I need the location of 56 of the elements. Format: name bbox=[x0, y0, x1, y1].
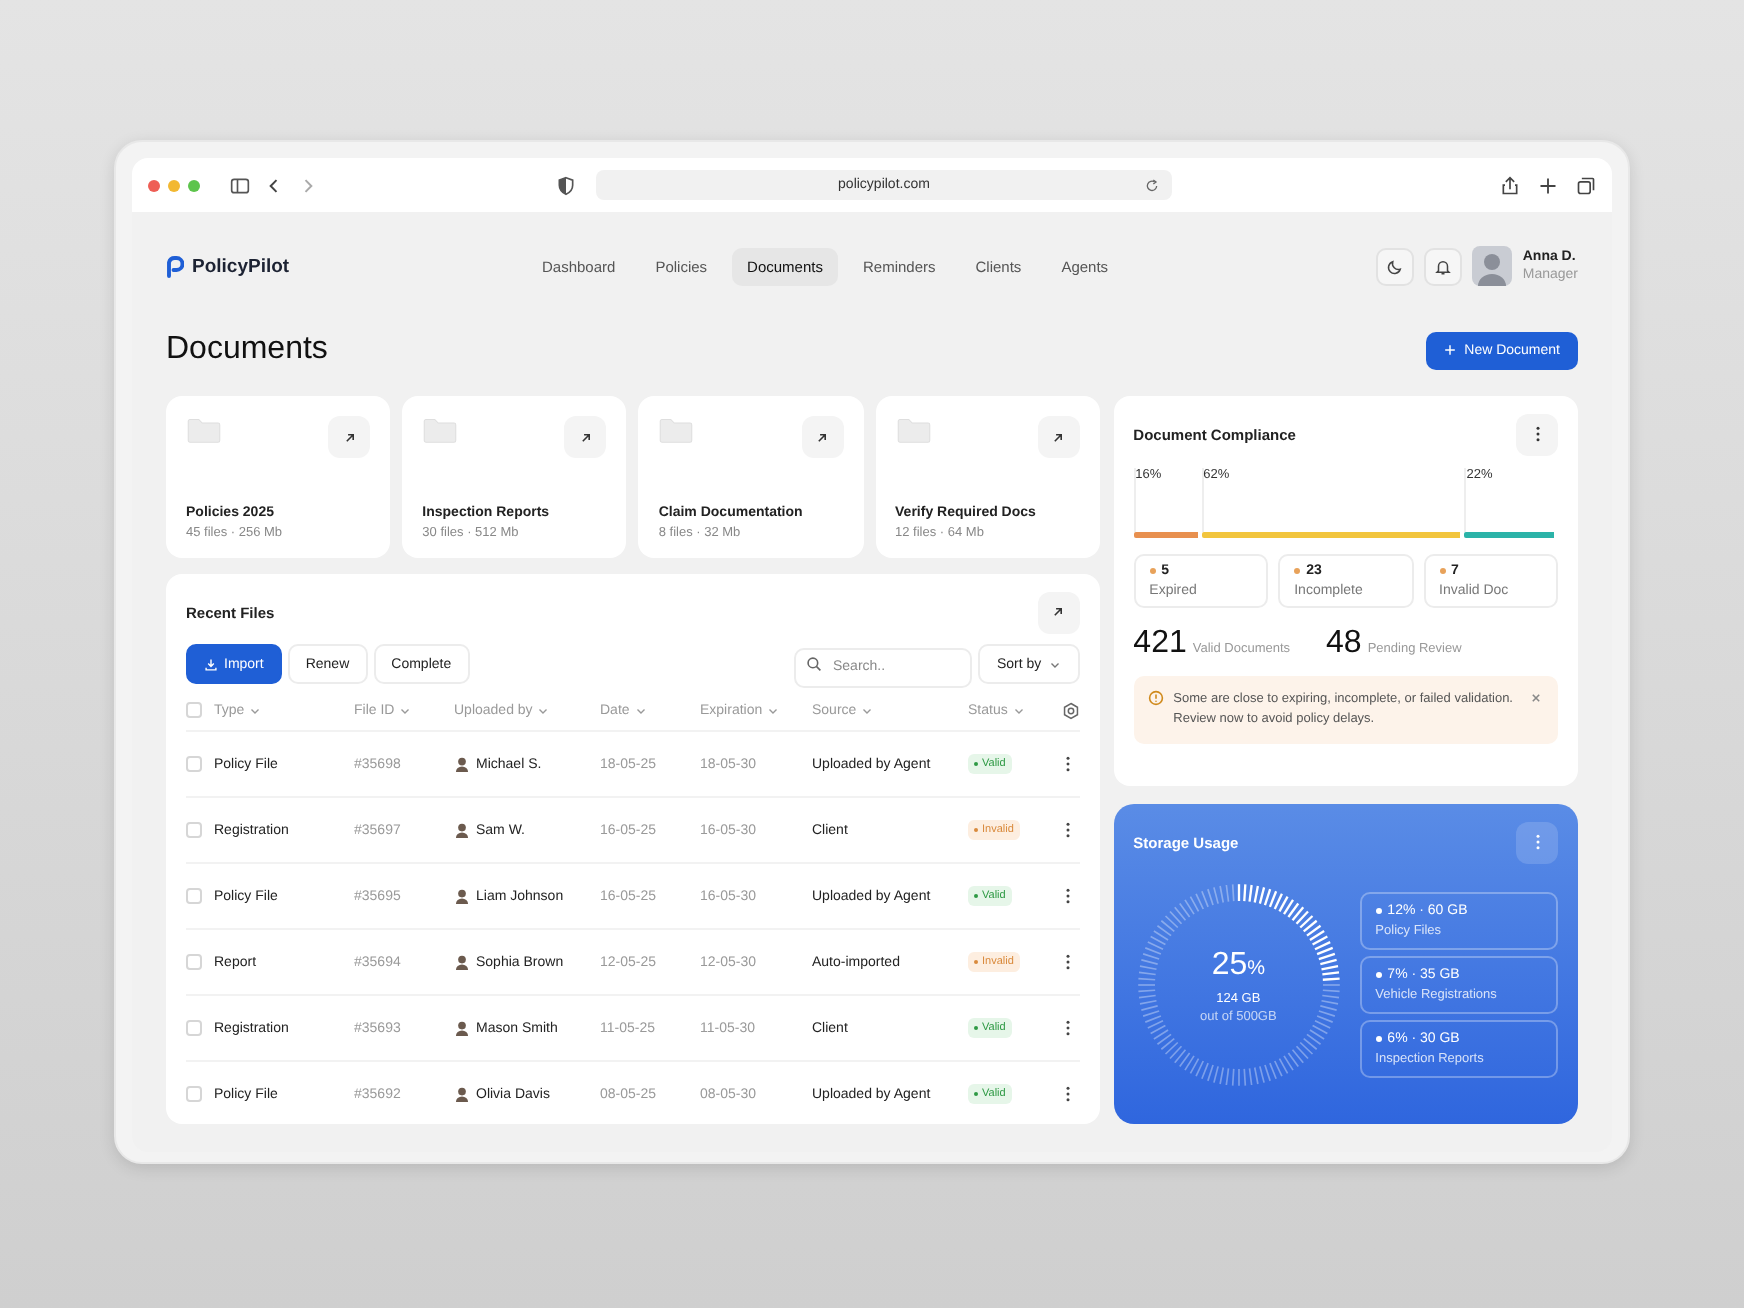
row-checkbox[interactable] bbox=[186, 822, 202, 838]
maximize-dot[interactable] bbox=[188, 179, 200, 191]
avatar-icon bbox=[454, 1086, 470, 1102]
arrow-icon bbox=[814, 429, 831, 445]
usage-percent: 25% bbox=[1211, 947, 1266, 983]
minimize-dot[interactable] bbox=[168, 179, 180, 191]
more-icon[interactable] bbox=[1063, 1084, 1072, 1104]
user-avatar[interactable] bbox=[1472, 246, 1513, 286]
more-icon bbox=[1533, 832, 1541, 852]
avatar-icon bbox=[454, 756, 470, 772]
total-value: 421 bbox=[1133, 626, 1187, 662]
arrow-icon bbox=[1050, 429, 1067, 445]
row-checkbox[interactable] bbox=[186, 888, 202, 904]
shield-icon[interactable] bbox=[556, 175, 576, 195]
logo-icon bbox=[166, 255, 184, 277]
sidebar-icon[interactable] bbox=[230, 175, 250, 195]
plus-icon bbox=[1444, 344, 1457, 356]
search-icon bbox=[806, 656, 823, 672]
bell-icon bbox=[1434, 257, 1453, 275]
page-title: Documents bbox=[166, 332, 328, 368]
more-icon[interactable] bbox=[1063, 754, 1072, 774]
more-icon bbox=[1533, 424, 1541, 444]
more-icon[interactable] bbox=[1063, 820, 1072, 840]
close-icon[interactable] bbox=[1528, 690, 1544, 706]
theme-button[interactable] bbox=[1376, 247, 1415, 285]
arrow-icon bbox=[341, 429, 358, 445]
moon-icon bbox=[1386, 257, 1405, 275]
more-icon[interactable] bbox=[1063, 952, 1072, 972]
more-icon[interactable] bbox=[1063, 886, 1072, 906]
settings-icon[interactable] bbox=[1061, 701, 1080, 719]
avatar-icon bbox=[454, 888, 470, 904]
avatar-icon bbox=[454, 1020, 470, 1036]
row-checkbox[interactable] bbox=[186, 1086, 202, 1102]
row-checkbox[interactable] bbox=[186, 756, 202, 772]
folder-icon bbox=[186, 416, 222, 444]
arrow-icon bbox=[1050, 604, 1067, 620]
select-all-checkbox[interactable] bbox=[186, 702, 202, 718]
notification-button[interactable] bbox=[1424, 247, 1463, 285]
tabs-icon[interactable] bbox=[1576, 175, 1596, 195]
folder-icon bbox=[895, 416, 932, 444]
avatar-icon bbox=[454, 822, 470, 838]
warning-icon bbox=[1147, 690, 1164, 706]
share-icon[interactable] bbox=[1500, 175, 1520, 195]
plus-icon[interactable] bbox=[1538, 175, 1558, 195]
total-value: 48 bbox=[1326, 626, 1362, 662]
close-dot[interactable] bbox=[148, 179, 160, 191]
arrow-icon bbox=[577, 429, 594, 445]
download-icon bbox=[204, 657, 218, 671]
row-checkbox[interactable] bbox=[186, 1020, 202, 1036]
app-logo[interactable]: PolicyPilot bbox=[192, 255, 290, 277]
more-icon[interactable] bbox=[1063, 1018, 1072, 1038]
avatar-icon bbox=[454, 954, 470, 970]
reload-icon[interactable] bbox=[1144, 177, 1160, 193]
folder-icon bbox=[658, 416, 695, 444]
folder-icon bbox=[422, 416, 459, 444]
row-checkbox[interactable] bbox=[186, 954, 202, 970]
